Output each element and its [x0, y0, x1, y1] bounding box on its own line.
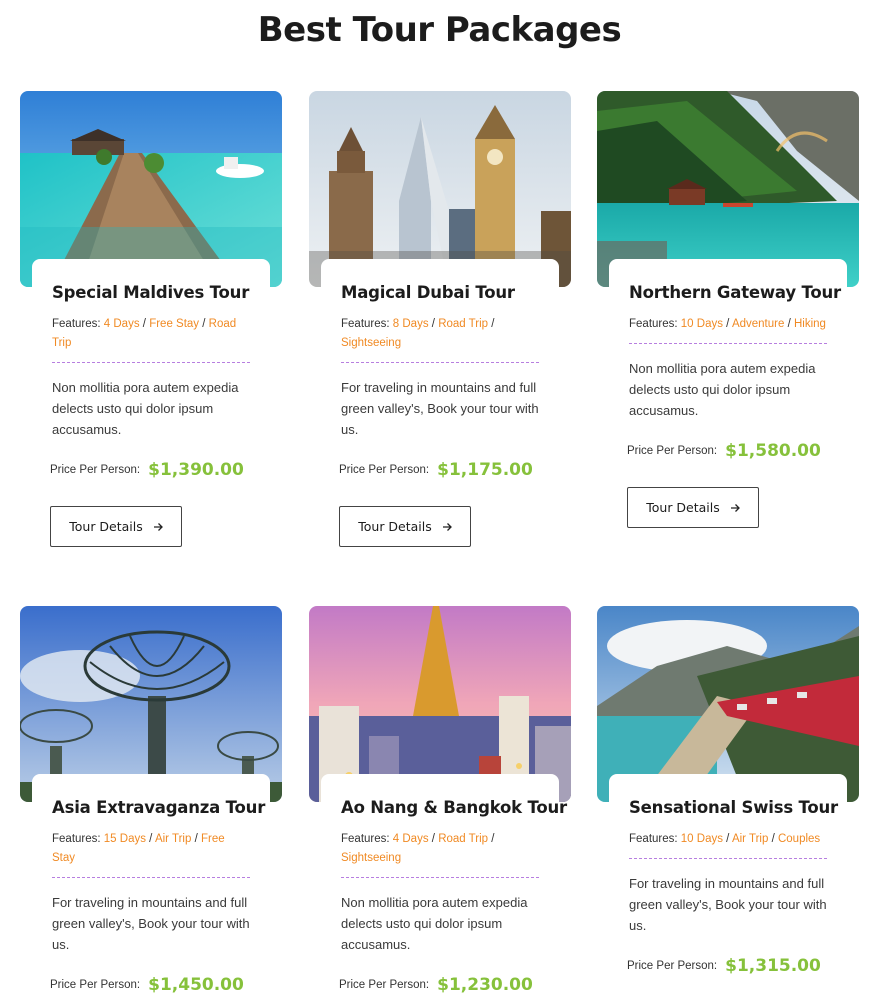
- tour-description: For traveling in mountains and full gree…: [629, 876, 827, 933]
- features-label: Features:: [629, 833, 678, 845]
- tour-details-button[interactable]: Tour Details: [627, 487, 759, 528]
- price-row: Price Per Person: $1,230.00: [339, 975, 539, 995]
- tour-details-button[interactable]: Tour Details: [50, 506, 182, 547]
- feature-tag[interactable]: Road Trip: [438, 833, 488, 845]
- feature-separator: /: [491, 833, 495, 845]
- tour-image-northern-gateway[interactable]: [597, 91, 859, 287]
- feature-tag[interactable]: Road Trip: [438, 318, 488, 330]
- tour-description: Non mollitia pora autem expedia delects …: [629, 361, 816, 418]
- tour-card-body: Special Maldives Tour Features: 4 Days /…: [32, 259, 270, 547]
- features-label: Features:: [52, 318, 101, 330]
- price-row: Price Per Person: $1,450.00: [50, 975, 250, 995]
- price-row: Price Per Person: $1,175.00: [339, 460, 539, 480]
- tour-features: Features: 4 Days / Free Stay / Road Trip: [52, 315, 250, 363]
- price-value: $1,450.00: [148, 975, 244, 995]
- tour-features: Features: 10 Days / Air Trip / Couples: [629, 830, 827, 859]
- feature-separator: /: [491, 318, 495, 330]
- arrow-right-icon: [442, 522, 452, 532]
- feature-tag[interactable]: Adventure: [732, 318, 784, 330]
- features-label: Features:: [341, 833, 390, 845]
- feature-tag[interactable]: 4 Days: [104, 318, 140, 330]
- tour-image-swiss[interactable]: [597, 606, 859, 802]
- tour-card-body: Asia Extravaganza Tour Features: 15 Days…: [32, 774, 270, 995]
- features-label: Features:: [341, 318, 390, 330]
- tour-details-label: Tour Details: [646, 500, 720, 515]
- feature-tag[interactable]: 4 Days: [393, 833, 429, 845]
- tour-image-maldives[interactable]: [20, 91, 282, 287]
- price-label: Price Per Person:: [50, 979, 141, 991]
- feature-tag[interactable]: 10 Days: [681, 318, 723, 330]
- feature-tag[interactable]: Sightseeing: [341, 337, 401, 349]
- feature-separator: /: [431, 833, 435, 845]
- tour-card-body: Magical Dubai Tour Features: 8 Days / Ro…: [321, 259, 559, 547]
- tour-description: Non mollitia pora autem expedia delects …: [341, 895, 528, 952]
- page-title: Best Tour Packages: [257, 10, 622, 50]
- tour-details-button[interactable]: Tour Details: [339, 506, 471, 547]
- tour-description: Non mollitia pora autem expedia delects …: [52, 380, 239, 437]
- feature-separator: /: [771, 833, 775, 845]
- tour-card-body: Sensational Swiss Tour Features: 10 Days…: [609, 774, 847, 976]
- feature-tag[interactable]: Air Trip: [732, 833, 768, 845]
- feature-separator: /: [149, 833, 153, 845]
- price-value: $1,315.00: [725, 956, 821, 976]
- feature-tag[interactable]: Couples: [778, 833, 820, 845]
- price-row: Price Per Person: $1,390.00: [50, 460, 250, 480]
- price-row: Price Per Person: $1,580.00: [627, 441, 827, 461]
- feature-tag[interactable]: Free Stay: [149, 318, 199, 330]
- feature-tag[interactable]: Sightseeing: [341, 852, 401, 864]
- tour-details-label: Tour Details: [358, 519, 432, 534]
- arrow-right-icon: [153, 522, 163, 532]
- feature-tag[interactable]: 10 Days: [681, 833, 723, 845]
- tour-details-label: Tour Details: [69, 519, 143, 534]
- tour-title[interactable]: Special Maldives Tour: [52, 283, 250, 303]
- price-label: Price Per Person:: [627, 960, 718, 972]
- tour-title[interactable]: Asia Extravaganza Tour: [52, 798, 265, 818]
- feature-tag[interactable]: 15 Days: [104, 833, 146, 845]
- tour-description: For traveling in mountains and full gree…: [341, 380, 539, 437]
- tour-features: Features: 15 Days / Air Trip / Free Stay: [52, 830, 250, 878]
- price-label: Price Per Person:: [627, 445, 718, 457]
- features-label: Features:: [52, 833, 101, 845]
- arrow-right-icon: [730, 503, 740, 513]
- feature-separator: /: [142, 318, 146, 330]
- price-label: Price Per Person:: [339, 464, 430, 476]
- tour-title[interactable]: Ao Nang & Bangkok Tour: [341, 798, 567, 818]
- feature-tag[interactable]: Air Trip: [155, 833, 191, 845]
- price-value: $1,390.00: [148, 460, 244, 480]
- feature-separator: /: [194, 833, 198, 845]
- tour-card-body: Ao Nang & Bangkok Tour Features: 4 Days …: [321, 774, 567, 995]
- price-value: $1,175.00: [437, 460, 533, 480]
- price-row: Price Per Person: $1,315.00: [627, 956, 827, 976]
- tour-image-dubai[interactable]: [309, 91, 571, 287]
- price-value: $1,230.00: [437, 975, 533, 995]
- feature-tag[interactable]: Hiking: [794, 318, 826, 330]
- tour-features: Features: 4 Days / Road Trip / Sightseei…: [341, 830, 539, 878]
- price-label: Price Per Person:: [339, 979, 430, 991]
- feature-separator: /: [787, 318, 791, 330]
- tour-card-body: Northern Gateway Tour Features: 10 Days …: [609, 259, 847, 528]
- feature-separator: /: [726, 318, 730, 330]
- tour-title[interactable]: Sensational Swiss Tour: [629, 798, 838, 818]
- features-label: Features:: [629, 318, 678, 330]
- price-value: $1,580.00: [725, 441, 821, 461]
- tour-features: Features: 10 Days / Adventure / Hiking: [629, 315, 827, 344]
- feature-separator: /: [726, 833, 730, 845]
- tour-description: For traveling in mountains and full gree…: [52, 895, 250, 952]
- tour-title[interactable]: Magical Dubai Tour: [341, 283, 539, 303]
- tour-image-bangkok[interactable]: [309, 606, 571, 802]
- tour-title[interactable]: Northern Gateway Tour: [629, 283, 841, 303]
- feature-separator: /: [202, 318, 206, 330]
- feature-separator: /: [431, 318, 435, 330]
- price-label: Price Per Person:: [50, 464, 141, 476]
- tour-image-supertrees[interactable]: [20, 606, 282, 802]
- tour-features: Features: 8 Days / Road Trip / Sightseei…: [341, 315, 539, 363]
- feature-tag[interactable]: 8 Days: [393, 318, 429, 330]
